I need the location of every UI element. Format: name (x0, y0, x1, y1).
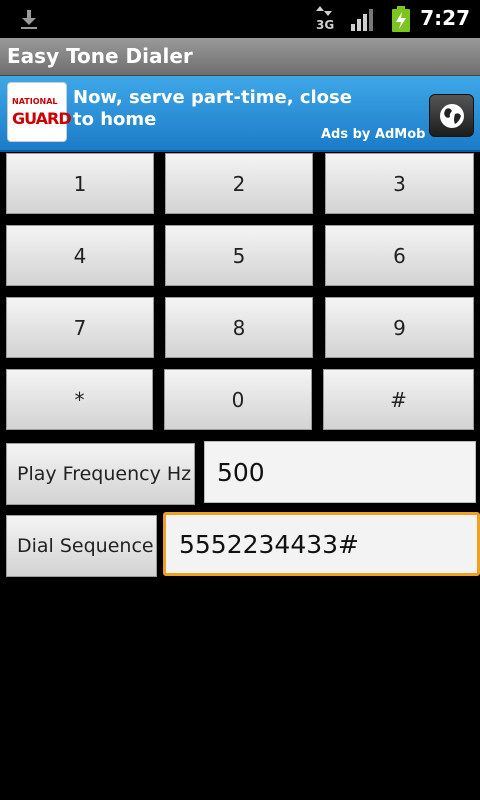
network-3g-icon: 3G (316, 6, 334, 32)
battery-charging-icon (392, 6, 410, 32)
key-8[interactable]: 8 (165, 297, 313, 358)
ad-attribution: Ads by AdMob (321, 127, 426, 142)
ad-globe-button[interactable] (429, 94, 474, 137)
ad-text[interactable]: Now, serve part-time, close to home (73, 87, 353, 131)
ad-logo-main: GUARD (12, 109, 72, 128)
title-bar: Easy Tone Dialer (0, 38, 480, 76)
signal-icon (351, 9, 373, 31)
dial-sequence-button[interactable]: Dial Sequence (6, 515, 157, 577)
key-7[interactable]: 7 (6, 297, 154, 358)
network-label: 3G (316, 18, 334, 32)
ad-logo[interactable]: NATIONAL GUARD (7, 82, 72, 142)
play-frequency-button[interactable]: Play Frequency Hz (6, 443, 195, 505)
frequency-input[interactable]: 500 (204, 441, 476, 503)
key-star[interactable]: * (6, 369, 153, 430)
clock: 7:27 (420, 6, 470, 30)
key-3[interactable]: 3 (325, 153, 474, 214)
dial-sequence-input[interactable]: 5552234433# (163, 512, 480, 576)
key-2[interactable]: 2 (165, 153, 313, 214)
ad-logo-top: NATIONAL (12, 97, 58, 106)
key-1[interactable]: 1 (6, 153, 154, 214)
app-title: Easy Tone Dialer (7, 44, 193, 68)
download-icon (21, 10, 37, 29)
key-6[interactable]: 6 (325, 225, 474, 286)
key-9[interactable]: 9 (325, 297, 474, 358)
key-0[interactable]: 0 (164, 369, 312, 430)
key-hash[interactable]: # (323, 369, 474, 430)
status-bar: 3G 7:27 (0, 0, 480, 38)
key-4[interactable]: 4 (6, 225, 154, 286)
key-5[interactable]: 5 (165, 225, 313, 286)
globe-icon (440, 104, 464, 128)
